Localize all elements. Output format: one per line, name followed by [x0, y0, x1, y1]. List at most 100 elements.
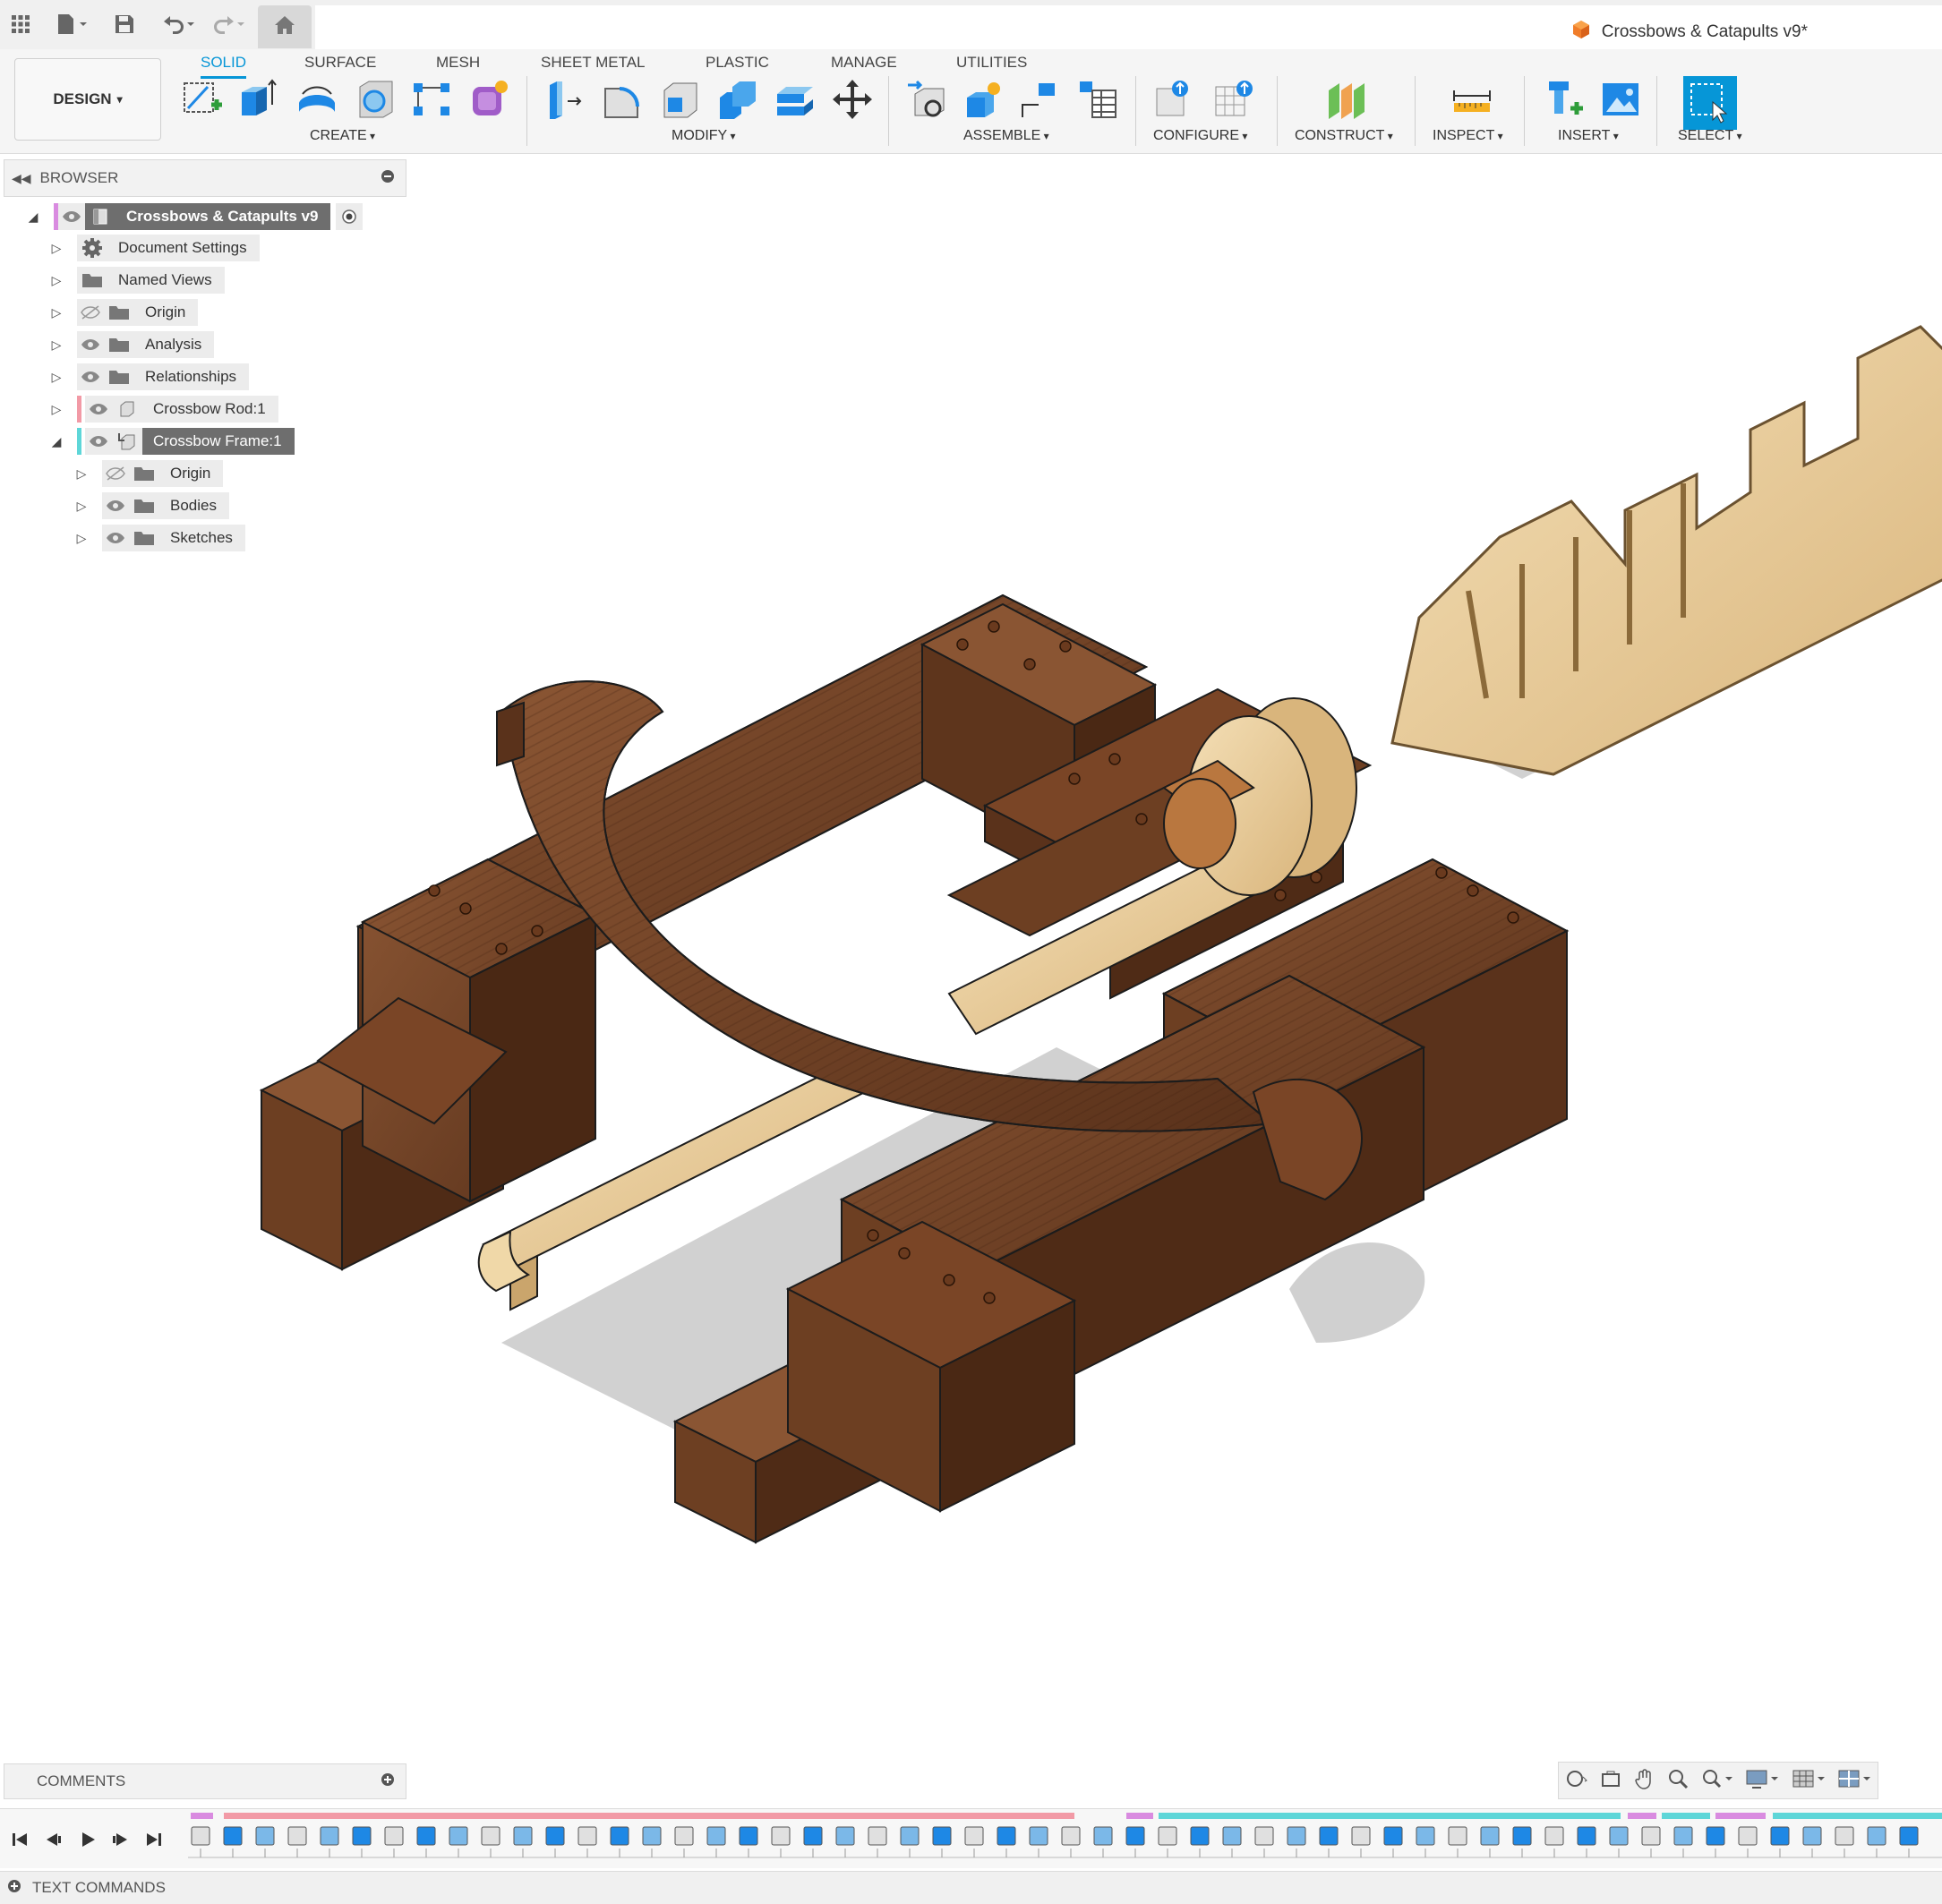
timeline-feature-icon[interactable] — [610, 1826, 629, 1846]
timeline-feature-icon[interactable] — [1641, 1826, 1661, 1846]
zoom-icon[interactable] — [1667, 1768, 1689, 1794]
move-icon[interactable] — [829, 76, 876, 123]
grid-snap-icon[interactable] — [1792, 1768, 1826, 1794]
bill-of-materials-icon[interactable] — [1074, 76, 1121, 123]
viewports-icon[interactable] — [1837, 1768, 1871, 1794]
timeline-feature-icon[interactable] — [320, 1826, 339, 1846]
display-settings-icon[interactable] — [1745, 1768, 1779, 1794]
timeline-feature-icon[interactable] — [1254, 1826, 1274, 1846]
timeline-feature-icon[interactable] — [416, 1826, 436, 1846]
orbit-icon[interactable] — [1565, 1769, 1588, 1793]
group-modify[interactable]: MODIFY — [672, 128, 736, 144]
timeline-feature-icon[interactable] — [1029, 1826, 1048, 1846]
timeline-feature-icon[interactable] — [1512, 1826, 1532, 1846]
timeline-feature-icon[interactable] — [868, 1826, 887, 1846]
timeline-feature-icon[interactable] — [1480, 1826, 1500, 1846]
group-configure[interactable]: CONFIGURE — [1153, 128, 1247, 144]
timeline-feature-icon[interactable] — [1835, 1826, 1854, 1846]
timeline-feature-icon[interactable] — [1706, 1826, 1725, 1846]
tab-surface[interactable]: SURFACE — [304, 49, 376, 76]
construct-plane-icon[interactable] — [1323, 76, 1370, 123]
timeline-feature-icon[interactable] — [1287, 1826, 1306, 1846]
text-commands-bar[interactable]: TEXT COMMANDS — [0, 1871, 1942, 1904]
pattern-icon[interactable] — [408, 76, 455, 123]
fit-icon[interactable] — [1701, 1768, 1733, 1794]
timeline-feature-icon[interactable] — [739, 1826, 758, 1846]
timeline-feature-icon[interactable] — [1061, 1826, 1081, 1846]
timeline-feature-icon[interactable] — [352, 1826, 372, 1846]
comments-panel[interactable]: COMMENTS — [4, 1763, 406, 1799]
play-icon[interactable] — [75, 1829, 100, 1850]
timeline-feature-icon[interactable] — [1448, 1826, 1467, 1846]
insert-mcmaster-icon[interactable] — [1542, 76, 1588, 123]
group-construct[interactable]: CONSTRUCT — [1295, 128, 1393, 144]
timeline-feature-icon[interactable] — [900, 1826, 920, 1846]
configure-rules-icon[interactable] — [1211, 76, 1257, 123]
timeline-feature-icon[interactable] — [932, 1826, 952, 1846]
redo-icon[interactable] — [208, 7, 249, 41]
create-sketch-icon[interactable] — [179, 76, 226, 123]
timeline-feature-icon[interactable] — [964, 1826, 984, 1846]
press-pull-icon[interactable] — [539, 76, 586, 123]
hole-icon[interactable] — [353, 76, 399, 123]
joint-icon[interactable] — [960, 76, 1006, 123]
group-insert[interactable]: INSERT — [1558, 128, 1619, 144]
timeline-feature-icon[interactable] — [384, 1826, 404, 1846]
step-forward-icon[interactable] — [107, 1829, 133, 1850]
go-to-start-icon[interactable] — [7, 1829, 32, 1850]
select-icon[interactable] — [1683, 76, 1737, 130]
file-menu-icon[interactable] — [52, 7, 93, 41]
timeline-feature-icon[interactable] — [1416, 1826, 1435, 1846]
timeline-track[interactable] — [188, 1813, 1942, 1865]
timeline-feature-icon[interactable] — [803, 1826, 823, 1846]
group-inspect[interactable]: INSPECT — [1433, 128, 1503, 144]
timeline-feature-icon[interactable] — [835, 1826, 855, 1846]
timeline-feature-icon[interactable] — [1738, 1826, 1758, 1846]
timeline-feature-icon[interactable] — [642, 1826, 662, 1846]
tab-mesh[interactable]: MESH — [436, 49, 480, 76]
new-component-icon[interactable] — [904, 76, 951, 123]
timeline-feature-icon[interactable] — [706, 1826, 726, 1846]
offset-face-icon[interactable] — [772, 76, 818, 123]
timeline-feature-icon[interactable] — [771, 1826, 791, 1846]
configure-table-icon[interactable] — [1151, 76, 1198, 123]
timeline-feature-icon[interactable] — [1222, 1826, 1242, 1846]
timeline-feature-icon[interactable] — [1383, 1826, 1403, 1846]
timeline-feature-icon[interactable] — [1899, 1826, 1919, 1846]
timeline-feature-icon[interactable] — [223, 1826, 243, 1846]
shell-icon[interactable] — [657, 76, 704, 123]
tab-sheet-metal[interactable]: SHEET METAL — [541, 49, 646, 76]
step-back-icon[interactable] — [41, 1829, 66, 1850]
timeline-feature-icon[interactable] — [449, 1826, 468, 1846]
timeline-feature-icon[interactable] — [1093, 1826, 1113, 1846]
timeline-feature-icon[interactable] — [1673, 1826, 1693, 1846]
tab-manage[interactable]: MANAGE — [831, 49, 897, 76]
timeline-feature-icon[interactable] — [1867, 1826, 1886, 1846]
timeline-feature-icon[interactable] — [577, 1826, 597, 1846]
timeline-feature-icon[interactable] — [674, 1826, 694, 1846]
text-commands-toggle-icon[interactable] — [7, 1879, 21, 1898]
revolve-icon[interactable] — [294, 76, 340, 123]
timeline-feature-icon[interactable] — [1609, 1826, 1629, 1846]
timeline-feature-icon[interactable] — [481, 1826, 500, 1846]
timeline-feature-icon[interactable] — [1770, 1826, 1790, 1846]
group-select[interactable]: SELECT — [1678, 128, 1742, 144]
workspace-switcher[interactable]: DESIGN ▾ — [14, 58, 161, 141]
extrude-icon[interactable] — [235, 76, 281, 123]
timeline-feature-icon[interactable] — [1190, 1826, 1210, 1846]
timeline-feature-icon[interactable] — [545, 1826, 565, 1846]
save-icon[interactable] — [111, 7, 138, 41]
measure-icon[interactable] — [1449, 76, 1495, 123]
group-assemble[interactable]: ASSEMBLE — [963, 128, 1049, 144]
undo-icon[interactable] — [158, 7, 199, 41]
timeline-feature-icon[interactable] — [1158, 1826, 1177, 1846]
tab-plastic[interactable]: PLASTIC — [706, 49, 769, 76]
tab-utilities[interactable]: UTILITIES — [956, 49, 1027, 76]
plus-circle-icon[interactable] — [381, 1772, 395, 1791]
look-at-icon[interactable] — [1600, 1769, 1621, 1793]
insert-canvas-icon[interactable] — [1597, 76, 1644, 123]
document-tab[interactable]: Crossbows & Catapults v9* — [315, 5, 1942, 49]
canvas-viewport[interactable] — [0, 154, 1942, 1756]
timeline-feature-icon[interactable] — [287, 1826, 307, 1846]
group-create[interactable]: CREATE — [310, 128, 375, 144]
